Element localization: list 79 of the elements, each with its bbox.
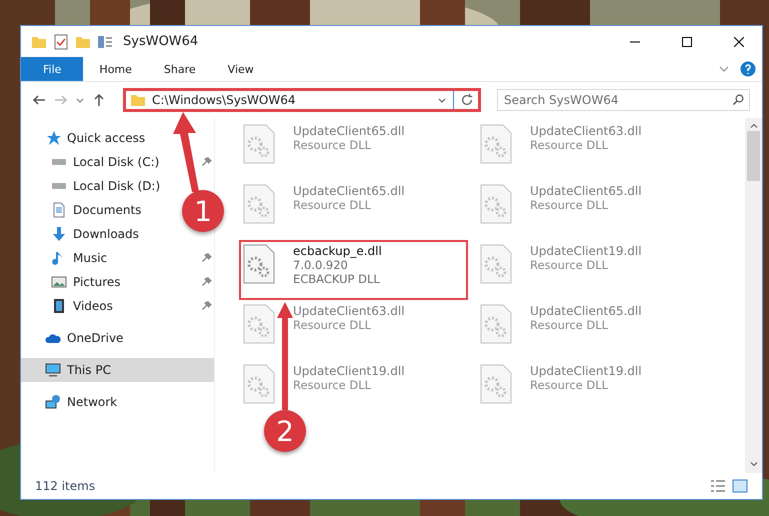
sidebar-item[interactable]: Local Disk (C:) — [21, 150, 214, 174]
file-name: ecbackup_e.dll — [293, 244, 382, 258]
sidebar-item[interactable]: Videos — [21, 294, 214, 318]
ribbon-tab[interactable]: View — [212, 57, 270, 81]
file-name: UpdateClient65.dll — [530, 184, 642, 198]
file-name: UpdateClient19.dll — [530, 364, 642, 378]
pictures-icon — [51, 274, 67, 290]
star-icon — [45, 130, 61, 146]
gear-file-icon — [480, 364, 512, 404]
address-bar[interactable]: C:\Windows\SysWOW64 — [123, 88, 481, 112]
file-name: UpdateClient63.dll — [530, 124, 642, 138]
file-detail: Resource DLL — [530, 318, 610, 332]
maximize-icon — [682, 36, 692, 46]
sidebar-item[interactable]: Local Disk (D:) — [21, 174, 168, 198]
network-icon — [45, 394, 61, 410]
gear-file-icon — [243, 244, 275, 284]
pin-icon — [202, 277, 212, 287]
pin-icon — [202, 157, 212, 167]
film-icon — [51, 298, 67, 314]
file-detail: Resource DLL — [293, 198, 372, 212]
file-detail: Resource DLL — [293, 318, 372, 332]
gear-file-icon — [243, 304, 275, 344]
file-detail: ECBACKUP DLL — [293, 272, 381, 286]
checklist-icon — [53, 34, 69, 50]
large-icons-view-icon — [732, 478, 748, 494]
refresh-icon — [460, 93, 474, 107]
file-detail: Resource DLL — [293, 138, 372, 152]
file-detail: Resource DLL — [530, 198, 610, 212]
sidebar-item[interactable]: Downloads — [21, 222, 147, 246]
sidebar-item[interactable]: This PC — [21, 358, 214, 382]
properties-icon — [97, 34, 113, 50]
file-name: UpdateClient65.dll — [293, 184, 405, 198]
gear-file-icon — [480, 184, 512, 224]
file-menu-tab[interactable]: File — [21, 57, 84, 81]
sidebar-item[interactable]: Quick access — [21, 126, 154, 150]
download-arrow-icon — [51, 226, 67, 242]
help-icon — [740, 61, 756, 77]
drive-icon — [51, 158, 67, 166]
ribbon-tab[interactable]: Share — [148, 57, 212, 81]
scroll-down-icon — [750, 462, 758, 467]
pin-icon — [202, 253, 212, 263]
close-icon — [734, 36, 744, 46]
file-name: UpdateClient65.dll — [293, 124, 405, 138]
file-detail: Resource DLL — [530, 258, 610, 272]
file-name: UpdateClient63.dll — [293, 304, 405, 318]
gear-file-icon — [480, 124, 512, 164]
gear-file-icon — [243, 124, 275, 164]
file-detail: Resource DLL — [293, 378, 372, 392]
file-name: UpdateClient19.dll — [530, 244, 642, 258]
gear-file-icon — [480, 244, 512, 284]
scrollbar[interactable] — [745, 118, 762, 473]
sidebar-item[interactable]: Pictures — [21, 270, 214, 294]
scroll-up-icon — [750, 124, 758, 129]
ribbon-tab[interactable]: Home — [83, 57, 148, 81]
file-name: UpdateClient19.dll — [293, 364, 405, 378]
gear-file-icon — [480, 304, 512, 344]
file-name: UpdateClient65.dll — [530, 304, 642, 318]
file-detail: Resource DLL — [530, 378, 610, 392]
minimize-icon — [630, 40, 640, 42]
sidebar-item[interactable]: OneDrive — [21, 326, 132, 350]
sidebar-item[interactable]: Network — [21, 390, 126, 414]
details-view-icon — [710, 478, 726, 494]
document-icon — [51, 202, 67, 218]
sidebar-item[interactable]: Music — [21, 246, 214, 270]
gear-file-icon — [243, 184, 275, 224]
search-icon — [732, 94, 744, 106]
pin-icon — [202, 301, 212, 311]
search-field[interactable]: Search SysWOW64 — [497, 89, 750, 111]
sidebar-item[interactable]: Documents — [21, 198, 150, 222]
monitor-icon — [45, 362, 61, 378]
folder-icon — [130, 92, 146, 108]
window-title: SysWOW64 — [123, 34, 200, 49]
item-count: 112 items — [35, 479, 96, 493]
gear-file-icon — [243, 364, 275, 404]
file-detail: Resource DLL — [530, 138, 610, 152]
drive-icon — [51, 182, 67, 190]
file-detail: 7.0.0.920 — [293, 258, 349, 272]
highlighted-file-item[interactable]: ecbackup_e.dll 7.0.0.920 ECBACKUP DLL — [239, 240, 468, 300]
scroll-thumb[interactable] — [747, 131, 760, 181]
